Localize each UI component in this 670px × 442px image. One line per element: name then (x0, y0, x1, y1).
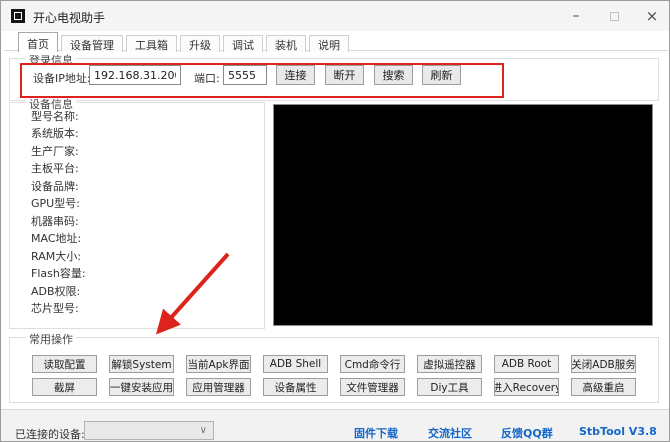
field-flash-capacity: Flash容量: (31, 268, 181, 280)
connect-button[interactable]: 连接 (276, 65, 315, 85)
maximize-button[interactable] (597, 1, 631, 31)
field-serial-number: 机器串码: (31, 216, 181, 228)
search-device-button[interactable]: 搜索 (374, 65, 413, 85)
unlock-system-button[interactable]: 解锁System (109, 355, 174, 373)
window-title: 开心电视助手 (33, 9, 105, 26)
tab-bar: 首页 设备管理 工具箱 升级 调试 装机 说明 (18, 32, 349, 52)
close-adb-button[interactable]: 关闭ADB服务 (571, 355, 636, 373)
field-mac-address: MAC地址: (31, 233, 181, 245)
advanced-reboot-button[interactable]: 高级重启 (571, 378, 636, 396)
field-model-name: 型号名称: (31, 111, 181, 123)
field-gpu-model: GPU型号: (31, 198, 181, 210)
feedback-qq-link[interactable]: 反馈QQ群 (501, 425, 553, 441)
operations-group-label: 常用操作 (26, 331, 76, 347)
operations-grid: 读取配置 解锁System 当前Apk界面 ADB Shell Cmd命令行 虚… (32, 355, 636, 396)
disconnect-button[interactable]: 断开 (325, 65, 364, 85)
screenshot-button[interactable]: 截屏 (32, 378, 97, 396)
read-config-button[interactable]: 读取配置 (32, 355, 97, 373)
file-manager-button[interactable]: 文件管理器 (340, 378, 405, 396)
tab-help[interactable]: 说明 (309, 35, 349, 52)
device-properties-button[interactable]: 设备属性 (263, 378, 328, 396)
firmware-download-link[interactable]: 固件下载 (354, 425, 398, 441)
install-app-button[interactable]: 一键安装应用 (109, 378, 174, 396)
field-ram-size: RAM大小: (31, 251, 181, 263)
current-apk-button[interactable]: 当前Apk界面 (186, 355, 251, 373)
adb-root-button[interactable]: ADB Root (494, 355, 559, 373)
connected-devices-label: 已连接的设备: (15, 426, 85, 442)
cmd-line-button[interactable]: Cmd命令行 (340, 355, 405, 373)
chevron-down-icon: ∨ (200, 426, 207, 436)
app-window: 开心电视助手 – × 首页 设备管理 工具箱 升级 调试 装机 说明 登录信息 … (0, 0, 670, 442)
field-device-brand: 设备品牌: (31, 181, 181, 193)
device-select-dropdown[interactable]: ∨ (84, 421, 214, 440)
port-label: 端口: (194, 70, 220, 86)
field-board-platform: 主板平台: (31, 163, 181, 175)
field-manufacturer: 生产厂家: (31, 146, 181, 158)
adb-shell-button[interactable]: ADB Shell (263, 355, 328, 373)
enter-recovery-button[interactable]: 进入Recovery (494, 378, 559, 396)
virtual-remote-button[interactable]: 虚拟遥控器 (417, 355, 482, 373)
app-logo-icon (11, 9, 25, 23)
ip-address-label: 设备IP地址: (33, 70, 91, 86)
app-version-label: StbTool V3.8 (579, 425, 657, 438)
tab-install[interactable]: 装机 (266, 35, 306, 52)
tab-toolbox[interactable]: 工具箱 (126, 35, 177, 52)
field-system-version: 系统版本: (31, 128, 181, 140)
tab-debug[interactable]: 调试 (223, 35, 263, 52)
device-info-fields: 型号名称: 系统版本: 生产厂家: 主板平台: 设备品牌: GPU型号: 机器串… (31, 111, 181, 315)
community-link[interactable]: 交流社区 (428, 425, 472, 441)
screen-preview-panel (273, 104, 653, 326)
tab-device-management[interactable]: 设备管理 (61, 35, 123, 52)
maximize-icon (610, 12, 619, 21)
tab-upgrade[interactable]: 升级 (180, 35, 220, 52)
title-bar: 开心电视助手 – × (1, 1, 669, 31)
close-button[interactable]: × (635, 1, 669, 31)
app-manager-button[interactable]: 应用管理器 (186, 378, 251, 396)
ip-address-input[interactable] (89, 65, 181, 85)
diy-tools-button[interactable]: Diy工具 (417, 378, 482, 396)
field-adb-permission: ADB权限: (31, 286, 181, 298)
refresh-button[interactable]: 刷新 (422, 65, 461, 85)
minimize-button[interactable]: – (559, 1, 593, 31)
tab-home[interactable]: 首页 (18, 32, 58, 52)
field-chip-model: 芯片型号: (31, 303, 181, 315)
login-group-label: 登录信息 (26, 52, 76, 68)
port-input[interactable] (223, 65, 267, 85)
